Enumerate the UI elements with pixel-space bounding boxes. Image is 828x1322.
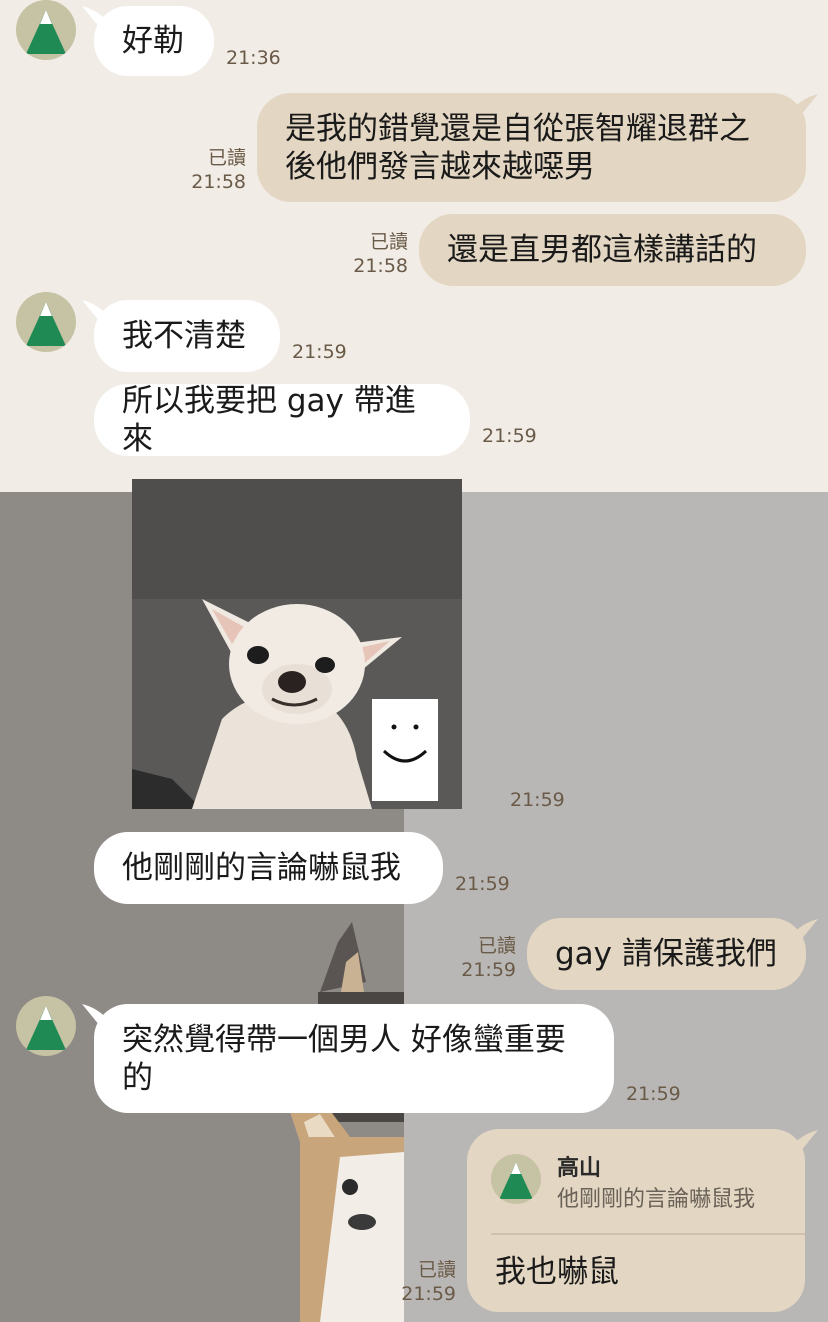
quoted-avatar <box>491 1154 541 1204</box>
message-text-line: 突然覺得帶一個男人 好像蠻重要 <box>122 1021 566 1058</box>
avatar[interactable] <box>16 292 76 352</box>
bubble-tail-icon <box>792 94 818 116</box>
read-status: 已讀 <box>477 935 516 957</box>
message-bubble[interactable]: 是我的錯覺還是自從張智耀退群之 後他們發言越來越噁男 <box>257 93 806 202</box>
avatar[interactable] <box>16 0 76 60</box>
read-status: 已讀 <box>207 147 246 169</box>
chihuahua-photo[interactable] <box>132 479 462 809</box>
chihuahua-smile-photo <box>132 479 462 809</box>
bubble-tail-icon <box>792 919 818 941</box>
message-bubble[interactable]: 好勒 <box>94 6 214 76</box>
message-time: 21:59 <box>292 341 347 363</box>
message-text: 好勒 <box>122 23 184 59</box>
message-text: 我也嚇鼠 <box>495 1254 619 1290</box>
message-bubble[interactable]: 所以我要把 gay 帶進來 <box>94 383 470 457</box>
message-bubble[interactable]: 突然覺得帶一個男人 好像蠻重要 的 <box>94 1004 614 1113</box>
message-time: 21:59 <box>401 1283 456 1305</box>
message-text-line: 是我的錯覺還是自從張智耀退群之 <box>285 110 750 147</box>
read-status: 已讀 <box>417 1259 456 1281</box>
quoted-message-text[interactable]: 他剛剛的言論嚇鼠我 <box>557 1186 755 1214</box>
reply-message-bubble[interactable]: 高山 他剛剛的言論嚇鼠我 我也嚇鼠 <box>467 1129 805 1312</box>
message-time: 21:59 <box>626 1083 681 1105</box>
message-text: 還是直男都這樣講話的 <box>447 232 757 268</box>
message-time: 21:59 <box>461 959 516 981</box>
message-text: 我不清楚 <box>122 318 246 354</box>
message-time: 21:58 <box>353 255 408 277</box>
avatar[interactable] <box>16 996 76 1056</box>
message-bubble[interactable]: 我不清楚 <box>94 300 280 372</box>
quoted-sender-name: 高山 <box>557 1156 602 1181</box>
message-time: 21:59 <box>510 789 565 811</box>
read-status: 已讀 <box>369 231 408 253</box>
message-text: 他剛剛的言論嚇鼠我 <box>122 850 401 886</box>
message-text: gay 請保護我們 <box>555 936 777 972</box>
bubble-tail-icon <box>792 1130 818 1152</box>
message-bubble[interactable]: gay 請保護我們 <box>527 918 806 990</box>
message-text-line: 後他們發言越來越噁男 <box>285 148 595 185</box>
message-time: 21:36 <box>226 47 281 69</box>
message-time: 21:59 <box>455 873 510 895</box>
divider <box>491 1233 805 1235</box>
message-text-line: 的 <box>122 1059 153 1096</box>
message-text: 所以我要把 gay 帶進來 <box>122 383 416 457</box>
corgi-wallpaper-icon <box>290 922 404 1322</box>
message-time: 21:59 <box>482 425 537 447</box>
message-bubble[interactable]: 還是直男都這樣講話的 <box>419 214 806 286</box>
message-time: 21:58 <box>191 171 246 193</box>
message-bubble[interactable]: 他剛剛的言論嚇鼠我 <box>94 832 443 904</box>
